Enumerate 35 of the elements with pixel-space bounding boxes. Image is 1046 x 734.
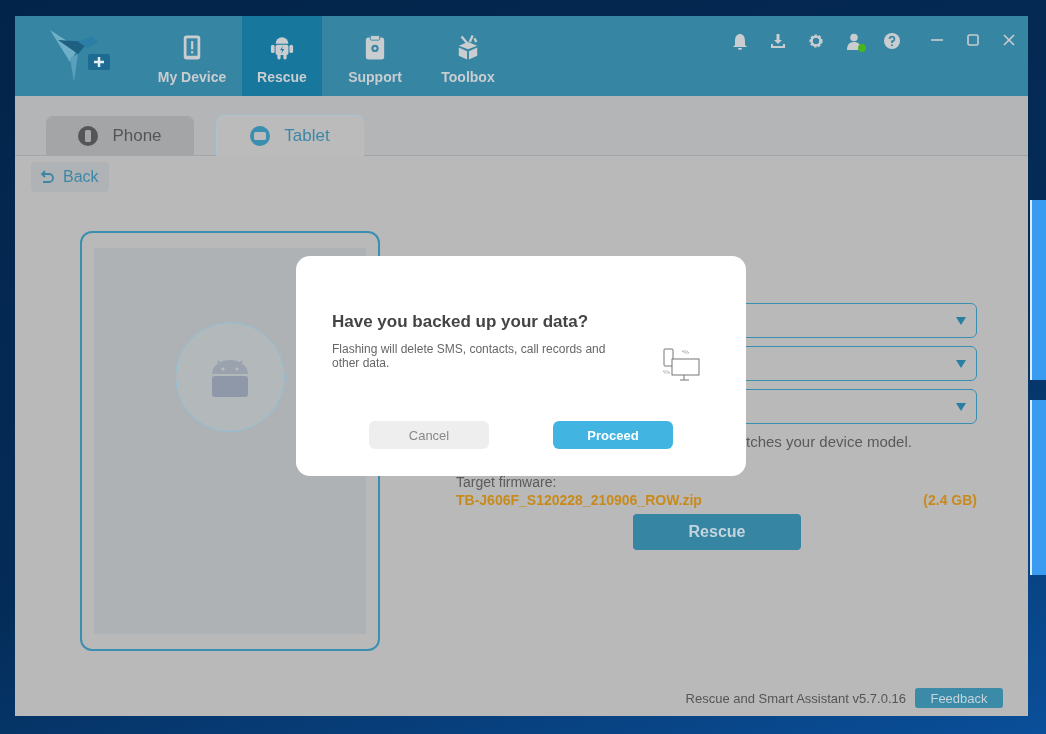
tablet-icon [250,126,271,146]
download-icon[interactable] [770,33,786,49]
caret-icon [956,359,966,368]
version-text: Rescue and Smart Assistant v5.7.0.16 [685,690,906,706]
phone-icon [78,125,99,146]
phone-to-computer-icon [662,348,702,382]
proceed-button[interactable]: Proceed [553,421,673,449]
caret-icon [956,402,966,411]
dialog-title: Have you backed up your data? [332,312,589,332]
cancel-button[interactable]: Cancel [369,421,489,449]
firmware-file-name: TB-J606F_S120228_210906_ROW.zip [456,492,702,508]
firmware-label: Target firmware: [456,474,558,490]
bell-icon[interactable] [732,33,748,51]
nav-tab[interactable]: My Device [142,16,242,96]
maximize-icon[interactable] [966,33,980,47]
settings-icon[interactable] [808,33,824,49]
nav-tab[interactable]: Support [335,16,415,96]
dialog-message: Flashing will delete SMS, contacts, call records and other data. [332,342,607,370]
feedback-button[interactable]: Feedback [915,688,1003,708]
device-tab[interactable]: Tablet [216,115,364,156]
clipboard-icon [364,33,386,61]
nav-tab[interactable]: Rescue [242,16,322,96]
rescue-button[interactable]: Rescue [633,514,801,550]
back-arrow-icon [39,170,55,184]
user-icon[interactable] [846,33,862,51]
device-tab[interactable]: Phone [46,116,194,155]
help-icon[interactable] [884,33,900,49]
caret-icon [956,316,966,325]
hint-text: tches your device model. [746,433,913,450]
toolbox-icon [456,33,480,61]
nav-tab[interactable]: Toolbox [428,16,508,96]
close-icon[interactable] [1002,33,1016,47]
back-button[interactable]: Back [31,162,109,192]
firmware-size: (2.4 GB) [923,492,977,508]
phone-alert-icon [181,33,203,61]
